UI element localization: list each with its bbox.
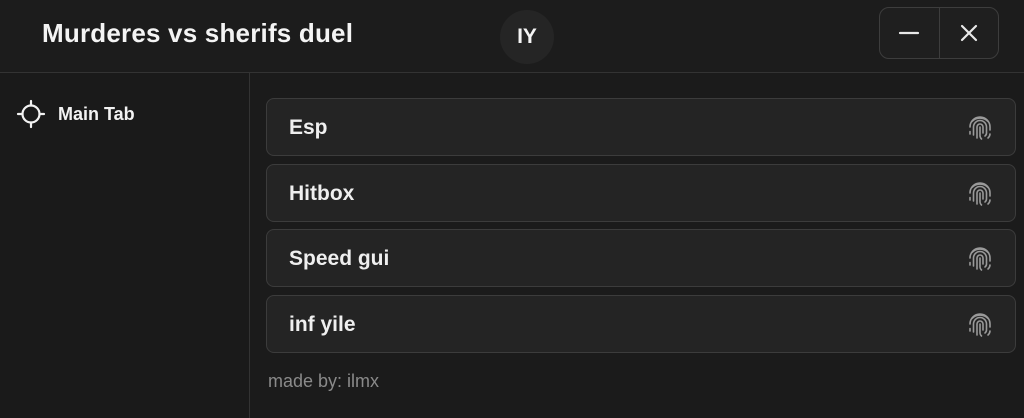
main-content: Esp Hitbox Speed gui inf yile made by: i…: [251, 73, 1024, 418]
avatar-badge[interactable]: IY: [500, 10, 554, 64]
close-button[interactable]: [938, 8, 999, 58]
minus-icon: [899, 31, 920, 35]
hitbox-button[interactable]: Hitbox: [266, 164, 1016, 222]
inf-yile-button-label: inf yile: [289, 313, 356, 336]
close-icon: [960, 24, 977, 42]
fingerprint-icon: [969, 116, 991, 140]
esp-button[interactable]: Esp: [266, 98, 1016, 156]
fingerprint-icon: [969, 313, 991, 337]
title-bar[interactable]: Murderes vs sherifs duel IY: [0, 0, 1024, 73]
crosshair-icon: [16, 99, 46, 129]
speed-gui-button[interactable]: Speed gui: [266, 229, 1016, 287]
tab-main[interactable]: Main Tab: [16, 97, 135, 131]
sidebar: Main Tab: [0, 73, 250, 418]
minimize-button[interactable]: [880, 8, 939, 58]
window-controls: [879, 7, 999, 59]
fingerprint-icon: [969, 247, 991, 271]
speed-gui-button-label: Speed gui: [289, 247, 390, 270]
app-window: Murderes vs sherifs duel IY Main Tab Esp…: [0, 0, 1024, 418]
esp-button-label: Esp: [289, 116, 328, 139]
fingerprint-icon: [969, 182, 991, 206]
tab-main-label: Main Tab: [58, 103, 135, 124]
window-title: Murderes vs sherifs duel: [42, 18, 354, 48]
hitbox-button-label: Hitbox: [289, 182, 355, 205]
credits-text: made by: ilmx: [268, 371, 380, 391]
inf-yile-button[interactable]: inf yile: [266, 295, 1016, 353]
